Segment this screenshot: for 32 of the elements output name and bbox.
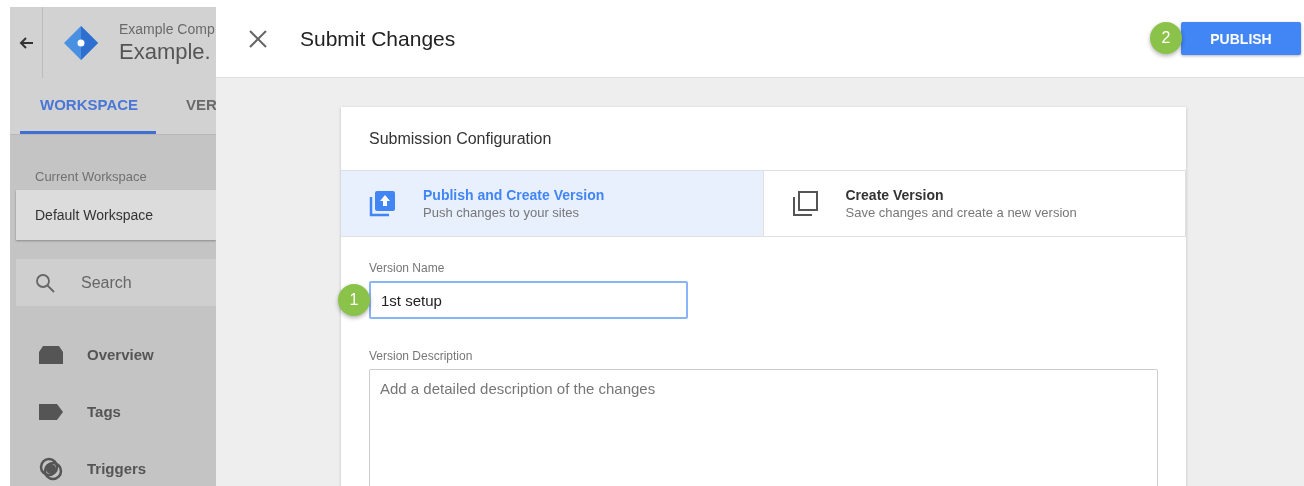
close-icon: [248, 28, 268, 49]
step-badge: 2: [1150, 22, 1182, 54]
account-name: Example Comp: [119, 20, 215, 37]
option-subtitle: Save changes and create a new version: [845, 205, 1077, 220]
option-title: Create Version: [845, 187, 945, 203]
option-title: Publish and Create Version: [423, 187, 605, 203]
diamond-logo-icon: [63, 24, 99, 61]
close-button[interactable]: [248, 28, 268, 49]
nav-tab[interactable]: VER: [166, 78, 216, 134]
tray-icon: [39, 345, 63, 364]
step-badge: 1: [338, 284, 370, 316]
version-name-field[interactable]: 1st setup: [369, 281, 688, 319]
option-subtitle: Push changes to your sites: [423, 205, 581, 220]
version-description-field[interactable]: Add a detailed description of the changes: [369, 369, 1158, 486]
drawer-title: Submit Changes: [300, 26, 456, 51]
search-field[interactable]: Search: [16, 259, 216, 306]
circles-icon: [39, 456, 63, 481]
workspace-selector[interactable]: Default Workspace: [16, 190, 216, 240]
workspace-label: Current Workspace: [34, 169, 148, 184]
submission-option[interactable]: Publish and Create Version Push changes to your sites: [341, 171, 764, 236]
nav-item[interactable]: Triggers: [87, 460, 147, 477]
back-arrow-icon: [19, 36, 33, 49]
publish-button[interactable]: PUBLISH: [1181, 22, 1301, 55]
label-icon: [39, 403, 63, 420]
upload-icon: [369, 190, 395, 217]
copy-icon: [791, 190, 818, 217]
field-label: Version Name: [369, 261, 445, 275]
nav-item[interactable]: Tags: [87, 403, 121, 420]
nav-item[interactable]: Overview: [87, 346, 154, 363]
search-icon: [35, 272, 55, 293]
container-name: Example.: [119, 38, 212, 65]
field-label: Version Description: [369, 349, 473, 363]
